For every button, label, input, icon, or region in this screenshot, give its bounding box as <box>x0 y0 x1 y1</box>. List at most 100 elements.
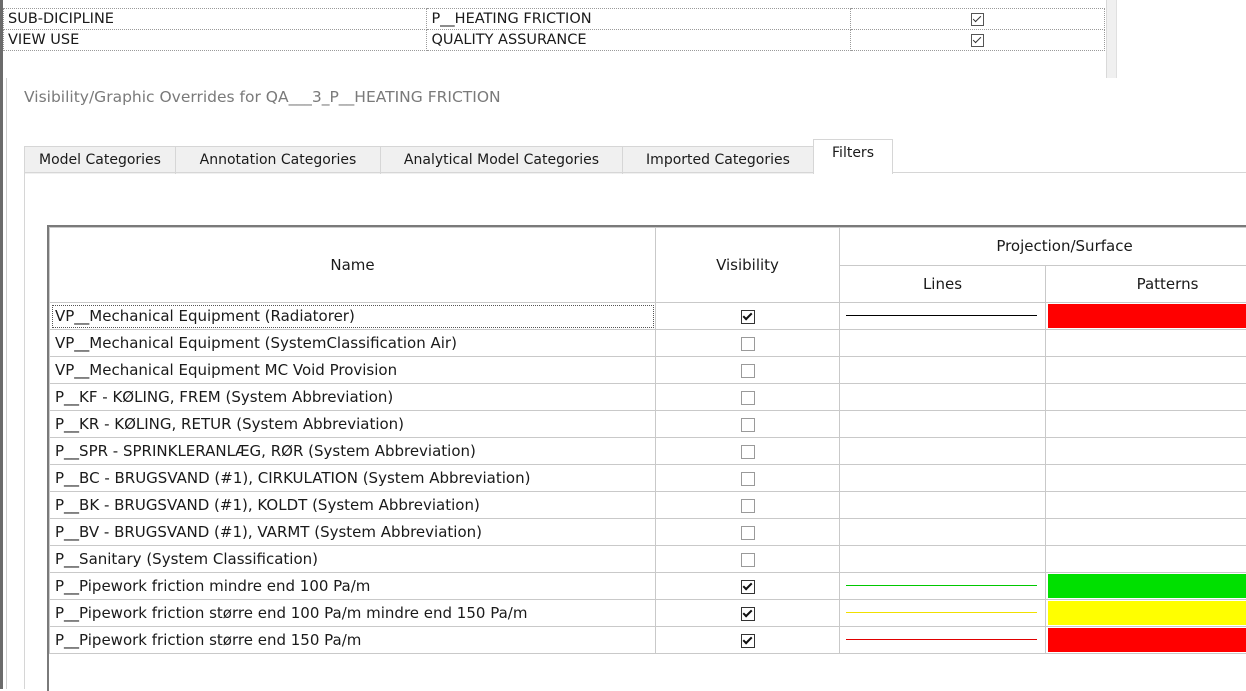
visibility-cell[interactable] <box>656 330 840 357</box>
window-left-edge <box>0 0 3 689</box>
visibility-checkbox-checked[interactable] <box>741 580 755 594</box>
lines-override-cell[interactable] <box>840 357 1046 384</box>
tab-annotation-categories[interactable]: Annotation Categories <box>175 146 381 174</box>
patterns-override-cell[interactable] <box>1046 411 1246 438</box>
visibility-cell[interactable] <box>656 546 840 573</box>
lines-override-cell[interactable] <box>840 492 1046 519</box>
visibility-cell[interactable] <box>656 573 840 600</box>
property-checkbox-cell[interactable] <box>851 30 1105 51</box>
filter-name[interactable]: VP__Mechanical Equipment (SystemClassifi… <box>50 330 656 357</box>
patterns-override-cell[interactable] <box>1046 438 1246 465</box>
patterns-override-cell[interactable] <box>1046 519 1246 546</box>
lines-override-cell[interactable] <box>840 384 1046 411</box>
lines-override-cell[interactable] <box>840 573 1046 600</box>
lines-override-cell[interactable] <box>840 519 1046 546</box>
lines-override-cell[interactable] <box>840 438 1046 465</box>
visibility-checkbox-unchecked[interactable] <box>741 337 755 351</box>
visibility-checkbox-unchecked[interactable] <box>741 418 755 432</box>
filter-name[interactable]: P__KF - KØLING, FREM (System Abbreviatio… <box>50 384 656 411</box>
filter-name[interactable]: P__Pipework friction mindre end 100 Pa/m <box>50 573 656 600</box>
filter-name[interactable]: P__BK - BRUGSVAND (#1), KOLDT (System Ab… <box>50 492 656 519</box>
filter-row[interactable]: VP__Mechanical Equipment (SystemClassifi… <box>50 330 1246 357</box>
tab-model-categories[interactable]: Model Categories <box>24 146 176 174</box>
lines-override-cell[interactable] <box>840 411 1046 438</box>
filter-row[interactable]: P__Pipework friction større end 100 Pa/m… <box>50 600 1246 627</box>
patterns-override-cell[interactable] <box>1046 546 1246 573</box>
patterns-override-cell[interactable] <box>1046 627 1246 654</box>
visibility-checkbox-unchecked[interactable] <box>741 364 755 378</box>
column-header-patterns[interactable]: Patterns <box>1046 265 1246 303</box>
filter-row[interactable]: P__Pipework friction mindre end 100 Pa/m <box>50 573 1246 600</box>
tab-analytical-model-categories[interactable]: Analytical Model Categories <box>380 146 623 174</box>
patterns-override-cell[interactable] <box>1046 573 1246 600</box>
visibility-checkbox-checked[interactable] <box>741 634 755 648</box>
visibility-cell[interactable] <box>656 357 840 384</box>
visibility-cell[interactable] <box>656 384 840 411</box>
filter-row[interactable]: P__KR - KØLING, RETUR (System Abbreviati… <box>50 411 1246 438</box>
patterns-override-cell[interactable] <box>1046 465 1246 492</box>
visibility-checkbox-checked[interactable] <box>741 310 755 324</box>
filter-name[interactable]: VP__Mechanical Equipment MC Void Provisi… <box>50 357 656 384</box>
column-header-name[interactable]: Name <box>50 228 656 303</box>
visibility-checkbox-checked[interactable] <box>741 607 755 621</box>
filter-name[interactable]: P__BC - BRUGSVAND (#1), CIRKULATION (Sys… <box>50 465 656 492</box>
filter-name[interactable]: VP__Mechanical Equipment (Radiatorer) <box>50 303 656 330</box>
filter-name[interactable]: P__Pipework friction større end 150 Pa/m <box>50 627 656 654</box>
tab-panel-left-border <box>24 172 25 689</box>
checkbox-checked-icon[interactable] <box>971 13 984 26</box>
column-header-projection-surface: Projection/Surface <box>840 228 1246 266</box>
filter-row[interactable]: P__SPR - SPRINKLERANLÆG, RØR (System Abb… <box>50 438 1246 465</box>
visibility-cell[interactable] <box>656 465 840 492</box>
lines-override-cell[interactable] <box>840 303 1046 330</box>
visibility-checkbox-unchecked[interactable] <box>741 391 755 405</box>
patterns-override-cell[interactable] <box>1046 384 1246 411</box>
visibility-checkbox-unchecked[interactable] <box>741 526 755 540</box>
lines-override-cell[interactable] <box>840 600 1046 627</box>
lines-override-cell[interactable] <box>840 465 1046 492</box>
filter-row[interactable]: P__Sanitary (System Classification) <box>50 546 1246 573</box>
visibility-cell[interactable] <box>656 303 840 330</box>
visibility-checkbox-unchecked[interactable] <box>741 472 755 486</box>
lines-override-cell[interactable] <box>840 627 1046 654</box>
filter-row[interactable]: P__KF - KØLING, FREM (System Abbreviatio… <box>50 384 1246 411</box>
patterns-override-cell[interactable] <box>1046 600 1246 627</box>
filter-row[interactable]: P__BK - BRUGSVAND (#1), KOLDT (System Ab… <box>50 492 1246 519</box>
filter-row[interactable]: P__BC - BRUGSVAND (#1), CIRKULATION (Sys… <box>50 465 1246 492</box>
filter-name[interactable]: P__BV - BRUGSVAND (#1), VARMT (System Ab… <box>50 519 656 546</box>
visibility-cell[interactable] <box>656 411 840 438</box>
property-checkbox-cell[interactable] <box>851 9 1105 30</box>
visibility-cell[interactable] <box>656 519 840 546</box>
patterns-override-cell[interactable] <box>1046 330 1246 357</box>
tab-imported-categories[interactable]: Imported Categories <box>622 146 814 174</box>
filter-name[interactable]: P__Sanitary (System Classification) <box>50 546 656 573</box>
tab-filters[interactable]: Filters <box>813 139 893 174</box>
filter-name[interactable]: P__SPR - SPRINKLERANLÆG, RØR (System Abb… <box>50 438 656 465</box>
column-header-visibility[interactable]: Visibility <box>656 228 840 303</box>
visibility-checkbox-unchecked[interactable] <box>741 445 755 459</box>
visibility-cell[interactable] <box>656 600 840 627</box>
filter-name[interactable]: P__KR - KØLING, RETUR (System Abbreviati… <box>50 411 656 438</box>
filter-name[interactable]: P__Pipework friction større end 100 Pa/m… <box>50 600 656 627</box>
patterns-override-cell[interactable] <box>1046 303 1246 330</box>
visibility-cell[interactable] <box>656 627 840 654</box>
lines-override-cell[interactable] <box>840 546 1046 573</box>
visibility-cell[interactable] <box>656 492 840 519</box>
pattern-swatch <box>1048 628 1246 652</box>
visibility-cell[interactable] <box>656 438 840 465</box>
lines-override-cell[interactable] <box>840 330 1046 357</box>
property-value[interactable]: QUALITY ASSURANCE <box>427 30 851 51</box>
patterns-override-cell[interactable] <box>1046 492 1246 519</box>
visibility-checkbox-unchecked[interactable] <box>741 499 755 513</box>
property-value[interactable]: P__HEATING FRICTION <box>427 9 851 30</box>
filter-row[interactable]: VP__Mechanical Equipment (Radiatorer) <box>50 303 1246 330</box>
properties-table: SUB-DICIPLINE P__HEATING FRICTION VIEW U… <box>3 8 1105 51</box>
filter-row[interactable]: P__BV - BRUGSVAND (#1), VARMT (System Ab… <box>50 519 1246 546</box>
filter-row[interactable]: P__Pipework friction større end 150 Pa/m <box>50 627 1246 654</box>
column-header-lines[interactable]: Lines <box>840 265 1046 303</box>
window-left-divider <box>6 78 7 689</box>
patterns-override-cell[interactable] <box>1046 357 1246 384</box>
property-label: SUB-DICIPLINE <box>4 9 427 30</box>
visibility-checkbox-unchecked[interactable] <box>741 553 755 567</box>
filter-row[interactable]: VP__Mechanical Equipment MC Void Provisi… <box>50 357 1246 384</box>
checkbox-checked-icon[interactable] <box>971 34 984 47</box>
